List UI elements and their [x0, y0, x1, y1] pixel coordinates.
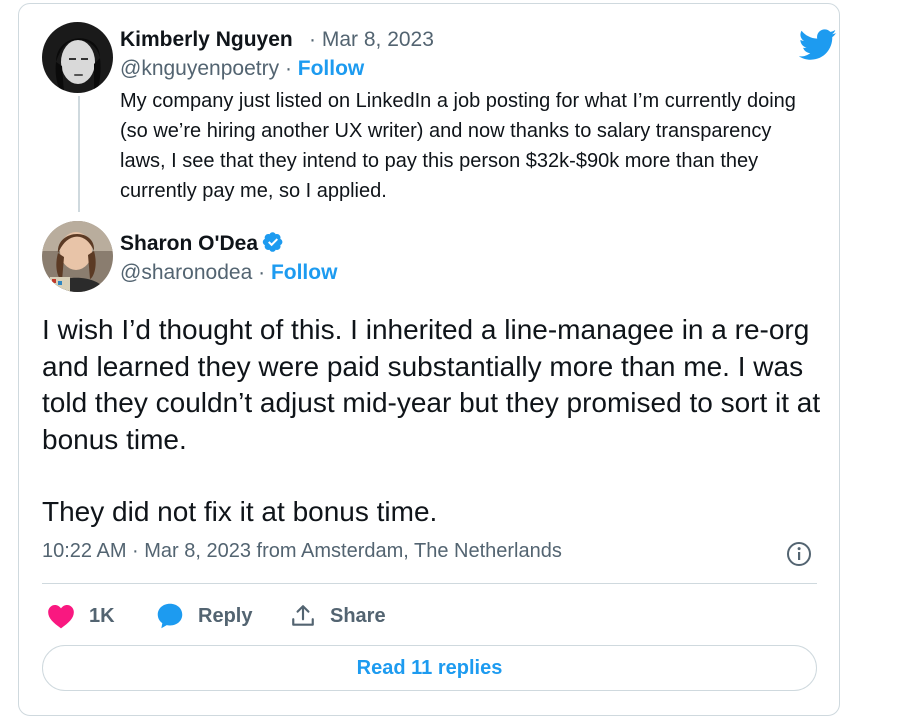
- avatar-sharon[interactable]: [42, 221, 113, 292]
- separator: ·: [309, 28, 316, 51]
- quoted-author-name-text[interactable]: Kimberly Nguyen: [120, 28, 293, 51]
- reply-button[interactable]: Reply: [156, 598, 252, 634]
- like-count: 1K: [89, 604, 115, 627]
- info-icon[interactable]: [786, 541, 812, 567]
- reply-label: Reply: [198, 604, 253, 627]
- avatar-kimberly[interactable]: [42, 22, 113, 93]
- quoted-handle-line: @knguyenpoetry · Follow: [120, 57, 364, 81]
- share-label: Share: [330, 604, 386, 627]
- separator: ·: [258, 261, 266, 284]
- share-button[interactable]: Share: [290, 598, 386, 634]
- quoted-date[interactable]: Mar 8, 2023: [322, 28, 434, 51]
- read-replies-button[interactable]: Read 11 replies: [42, 645, 817, 691]
- reply-paragraph-2: They did not fix it at bonus time.: [42, 496, 438, 527]
- like-button[interactable]: 1K: [47, 598, 115, 634]
- quoted-handle[interactable]: @knguyenpoetry: [120, 57, 279, 80]
- tweet-timestamp[interactable]: 10:22 AM · Mar 8, 2023 from Amsterdam, T…: [42, 540, 562, 563]
- quoted-tweet-text: My company just listed on LinkedIn a job…: [120, 90, 796, 202]
- share-icon: [292, 605, 314, 626]
- quoted-author-name[interactable]: Kimberly Nguyen: [120, 28, 293, 52]
- reply-tweet-text: I wish I’d thought of this. I inherited …: [42, 312, 822, 531]
- read-replies-label[interactable]: Read 11 replies: [357, 657, 503, 680]
- follow-sharon-button[interactable]: Follow: [271, 261, 338, 284]
- reply-author-name-text[interactable]: Sharon O'Dea: [120, 232, 258, 255]
- thread-line: [78, 96, 80, 212]
- verified-badge-icon: [262, 232, 283, 252]
- divider: [42, 583, 817, 584]
- separator: ·: [284, 57, 292, 80]
- reply-bubble-icon: [157, 603, 183, 629]
- heart-icon: [48, 605, 74, 629]
- quoted-date-line: · Mar 8, 2023: [309, 28, 434, 52]
- reply-author-name[interactable]: Sharon O'Dea: [120, 231, 284, 256]
- reply-handle[interactable]: @sharonodea: [120, 261, 252, 284]
- reply-paragraph-1: I wish I’d thought of this. I inherited …: [42, 314, 821, 455]
- reply-handle-line: @sharonodea · Follow: [120, 261, 337, 285]
- twitter-logo-icon[interactable]: [799, 28, 837, 62]
- follow-kimberly-button[interactable]: Follow: [298, 57, 365, 80]
